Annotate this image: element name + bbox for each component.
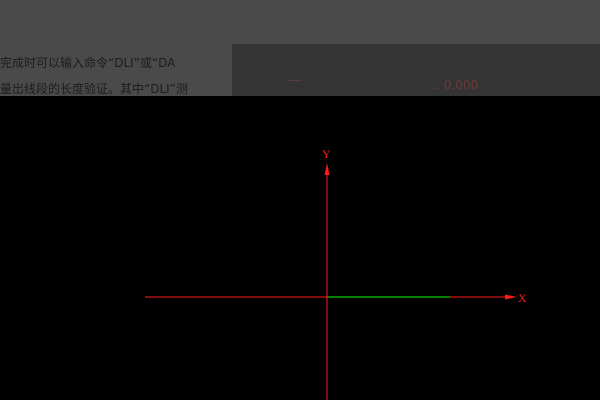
x-axis-label: X	[518, 291, 527, 305]
y-axis-label: Y	[322, 147, 331, 161]
cad-screen: 完成时可以输入命令“DLI”或“DA 量出线段的长度验证。其中“DLI”测 … …	[0, 0, 600, 400]
x-axis-arrow-icon	[505, 294, 517, 300]
drawing-svg	[145, 163, 517, 400]
y-axis-arrow-icon	[324, 163, 330, 175]
